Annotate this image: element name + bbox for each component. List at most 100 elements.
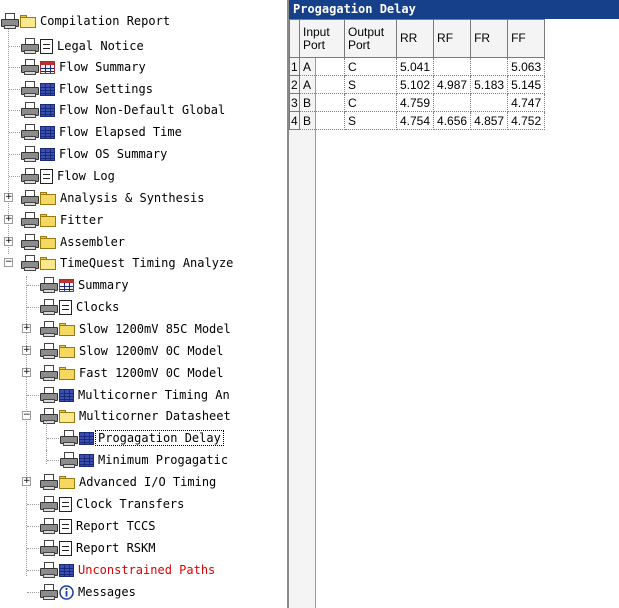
printer-icon <box>60 452 78 468</box>
tree-item-fast-1200mv-0c-model[interactable]: Fast 1200mV 0C Model <box>40 363 226 383</box>
cell-output-port[interactable]: C <box>344 93 397 112</box>
cell-input-port[interactable]: B <box>299 111 345 130</box>
tree-item-flow-summary[interactable]: Flow Summary <box>21 57 148 77</box>
tree-item-slow-1200mv-0c-model[interactable]: Slow 1200mV 0C Model <box>40 341 226 361</box>
collapse-toggle-timequest[interactable]: − <box>4 258 13 267</box>
tree-item-report-rskm[interactable]: Report RSKM <box>40 538 157 558</box>
table-icon <box>40 103 55 117</box>
tree-item-advanced-io-timing[interactable]: Advanced I/O Timing <box>40 472 218 492</box>
folder-icon <box>59 344 75 358</box>
tree-item-flow-log[interactable]: Flow Log <box>21 166 117 186</box>
cell-rr[interactable]: 5.102 <box>395 75 435 94</box>
tree-item-slow-1200mv-85c-model[interactable]: Slow 1200mV 85C Model <box>40 319 233 339</box>
tree-item-flow-settings[interactable]: Flow Settings <box>21 79 155 99</box>
tree-item-clocks[interactable]: Clocks <box>40 297 121 317</box>
tree-item-label: Compilation Report <box>40 14 171 28</box>
tree-item-flow-elapsed-time[interactable]: Flow Elapsed Time <box>21 122 184 142</box>
cell-rr[interactable]: 4.754 <box>395 111 435 130</box>
tree-item-minimum-propagation-delay[interactable]: Minimum Progagatic <box>60 450 230 470</box>
tree-item-label: Clock Transfers <box>76 497 185 511</box>
tree-item-compilation-report[interactable]: Compilation Report <box>1 11 172 31</box>
printer-icon <box>40 321 58 337</box>
tree-item-summary[interactable]: Summary <box>40 275 131 295</box>
cell-rf[interactable] <box>433 93 472 112</box>
column-header-rf[interactable]: RF <box>433 19 472 58</box>
flow-table-icon <box>59 278 74 292</box>
cell-output-port[interactable]: S <box>344 75 397 94</box>
cell-rf[interactable] <box>433 57 472 76</box>
printer-icon <box>40 387 58 403</box>
printer-icon <box>40 540 58 556</box>
collapse-toggle-multicorner-datasheet[interactable]: − <box>22 411 31 420</box>
flow-table-icon <box>40 60 55 74</box>
printer-icon <box>21 38 39 54</box>
cell-ff[interactable]: 5.145 <box>507 75 546 94</box>
tree-item-label: Progagation Delay <box>95 430 224 446</box>
expand-toggle-fitter[interactable]: + <box>4 215 13 224</box>
tree-item-legal-notice[interactable]: Legal Notice <box>21 36 146 56</box>
tree-item-label: Summary <box>78 278 129 292</box>
tree-item-fitter[interactable]: Fitter <box>21 210 105 230</box>
table-icon <box>40 125 55 139</box>
folder-icon <box>59 322 75 336</box>
printer-icon <box>40 343 58 359</box>
expand-toggle-advanced-io-timing[interactable]: + <box>22 477 31 486</box>
tree-item-label: Unconstrained Paths <box>78 563 216 577</box>
tree-item-flow-os-summary[interactable]: Flow OS Summary <box>21 144 169 164</box>
table-row[interactable]: 3 B C 4.759 4.747 <box>289 93 546 112</box>
cell-output-port[interactable]: C <box>344 57 397 76</box>
table-row[interactable]: 2 A S 5.102 4.987 5.183 5.145 <box>289 75 546 94</box>
column-header-fr[interactable]: FR <box>470 19 509 58</box>
cell-ff[interactable]: 4.752 <box>507 111 546 130</box>
expand-toggle-assembler[interactable]: + <box>4 237 13 246</box>
expand-toggle-slow-0c[interactable]: + <box>22 346 31 355</box>
printer-icon <box>40 518 58 534</box>
column-header-rr[interactable]: RR <box>395 19 435 58</box>
cell-input-port[interactable]: A <box>299 75 345 94</box>
table-row[interactable]: 4 B S 4.754 4.656 4.857 4.752 <box>289 111 546 130</box>
tree-item-label: Multicorner Datasheet <box>79 409 231 423</box>
report-tree[interactable]: Compilation Report Legal Notice Flow Sum… <box>0 0 289 608</box>
propagation-delay-table[interactable]: Input Port Output Port RR RF FR FF 1 A C 5… <box>289 19 546 130</box>
cell-input-port[interactable]: B <box>299 93 345 112</box>
folder-open-icon <box>20 14 36 28</box>
tree-item-label: Multicorner Timing An <box>78 388 230 402</box>
printer-icon <box>40 408 58 424</box>
printer-icon <box>21 234 39 250</box>
cell-fr[interactable] <box>470 93 509 112</box>
column-header-ff[interactable]: FF <box>507 19 546 58</box>
cell-fr[interactable]: 5.183 <box>470 75 509 94</box>
cell-ff[interactable]: 5.063 <box>507 57 546 76</box>
results-grid[interactable]: Input Port Output Port RR RF FR FF 1 A C 5… <box>289 19 619 608</box>
column-header-input-port[interactable]: Input Port <box>299 19 345 58</box>
expand-toggle-fast-0c[interactable]: + <box>22 368 31 377</box>
tree-item-unconstrained-paths[interactable]: Unconstrained Paths <box>40 560 217 580</box>
table-icon <box>79 453 94 467</box>
cell-rf[interactable]: 4.987 <box>433 75 472 94</box>
tree-item-report-tccs[interactable]: Report TCCS <box>40 516 157 536</box>
cell-rr[interactable]: 5.041 <box>395 57 435 76</box>
tree-item-messages[interactable]: Messages <box>40 582 138 602</box>
tree-item-propagation-delay[interactable]: Progagation Delay <box>60 428 224 448</box>
tree-item-timequest-timing-analyzer[interactable]: TimeQuest Timing Analyze <box>21 253 235 273</box>
expand-toggle-analysis-synthesis[interactable]: + <box>4 193 13 202</box>
tree-item-flow-non-default-global[interactable]: Flow Non-Default Global <box>21 100 227 120</box>
expand-toggle-slow-85c[interactable]: + <box>22 324 31 333</box>
folder-open-icon <box>40 256 56 270</box>
tree-item-analysis-synthesis[interactable]: Analysis & Synthesis <box>21 188 207 208</box>
cell-input-port[interactable]: A <box>299 57 345 76</box>
tree-item-multicorner-timing-analysis[interactable]: Multicorner Timing An <box>40 385 232 405</box>
tree-item-clock-transfers[interactable]: Clock Transfers <box>40 494 186 514</box>
printer-icon <box>21 168 39 184</box>
column-header-output-port[interactable]: Output Port <box>344 19 397 58</box>
cell-fr[interactable]: 4.857 <box>470 111 509 130</box>
tree-item-label: Fitter <box>60 213 104 227</box>
tree-item-assembler[interactable]: Assembler <box>21 232 127 252</box>
cell-output-port[interactable]: S <box>344 111 397 130</box>
table-row[interactable]: 1 A C 5.041 5.063 <box>289 57 546 76</box>
cell-ff[interactable]: 4.747 <box>507 93 546 112</box>
cell-fr[interactable] <box>470 57 509 76</box>
tree-item-multicorner-datasheet[interactable]: Multicorner Datasheet <box>40 406 233 426</box>
cell-rr[interactable]: 4.759 <box>395 93 435 112</box>
cell-rf[interactable]: 4.656 <box>433 111 472 130</box>
